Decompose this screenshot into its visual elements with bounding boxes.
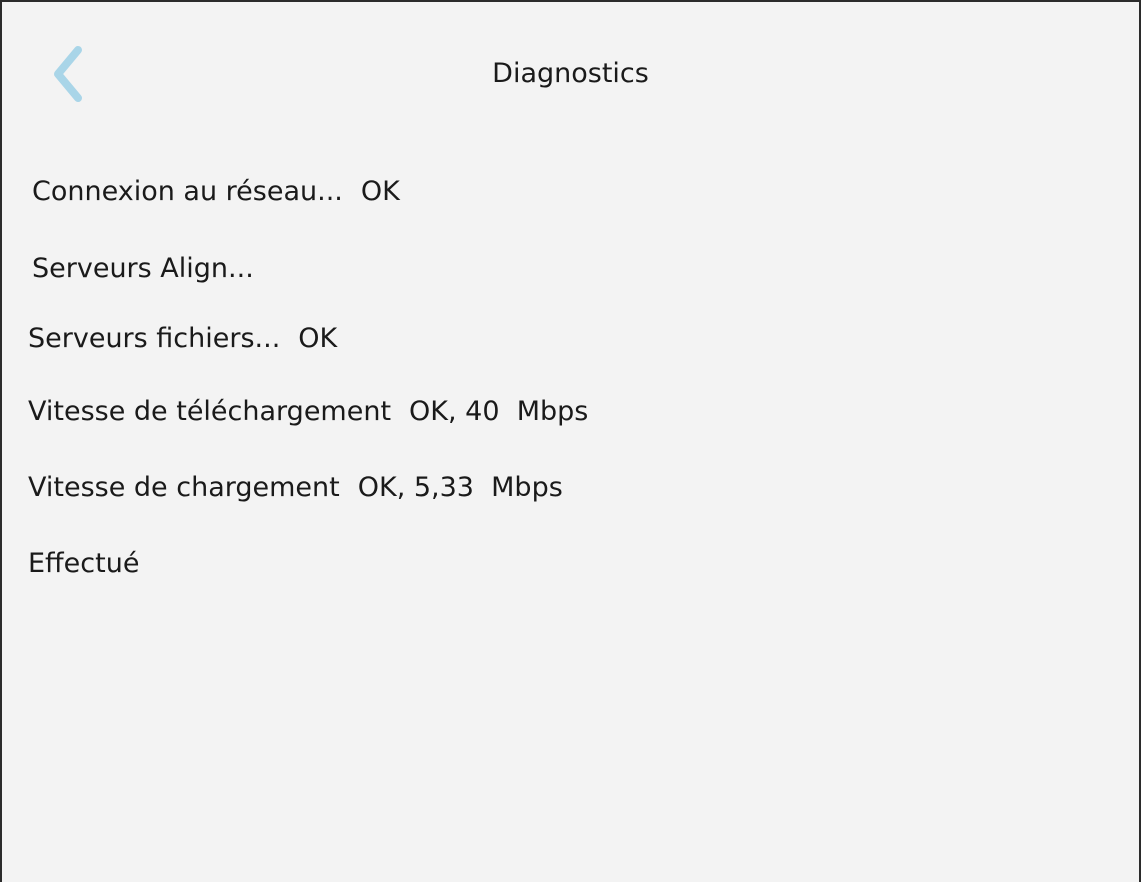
- align-servers-line: Serveurs Align...: [32, 251, 254, 287]
- network-connection-status: OK: [360, 176, 400, 207]
- network-connection-label: Connexion au réseau...: [32, 176, 343, 207]
- file-servers-line: Serveurs fichiers... OK: [28, 321, 337, 357]
- network-connection-line: Connexion au réseau... OK: [32, 174, 400, 210]
- upload-speed-status: OK, 5,33 Mbps: [357, 472, 563, 503]
- file-servers-label: Serveurs fichiers...: [28, 323, 281, 354]
- upload-speed-line: Vitesse de chargement OK, 5,33 Mbps: [28, 470, 563, 506]
- file-servers-status: OK: [298, 323, 338, 354]
- completion-status: Effectué: [28, 548, 140, 579]
- download-speed-status: OK, 40 Mbps: [409, 396, 589, 427]
- page-title: Diagnostics: [492, 58, 649, 89]
- align-servers-label: Serveurs Align...: [32, 253, 254, 284]
- upload-speed-label: Vitesse de chargement: [28, 472, 340, 503]
- diagnostics-screen: Diagnostics Connexion au réseau... OK Ser…: [0, 0, 1141, 882]
- download-speed-label: Vitesse de téléchargement: [28, 396, 392, 427]
- download-speed-line: Vitesse de téléchargement OK, 40 Mbps: [28, 394, 588, 430]
